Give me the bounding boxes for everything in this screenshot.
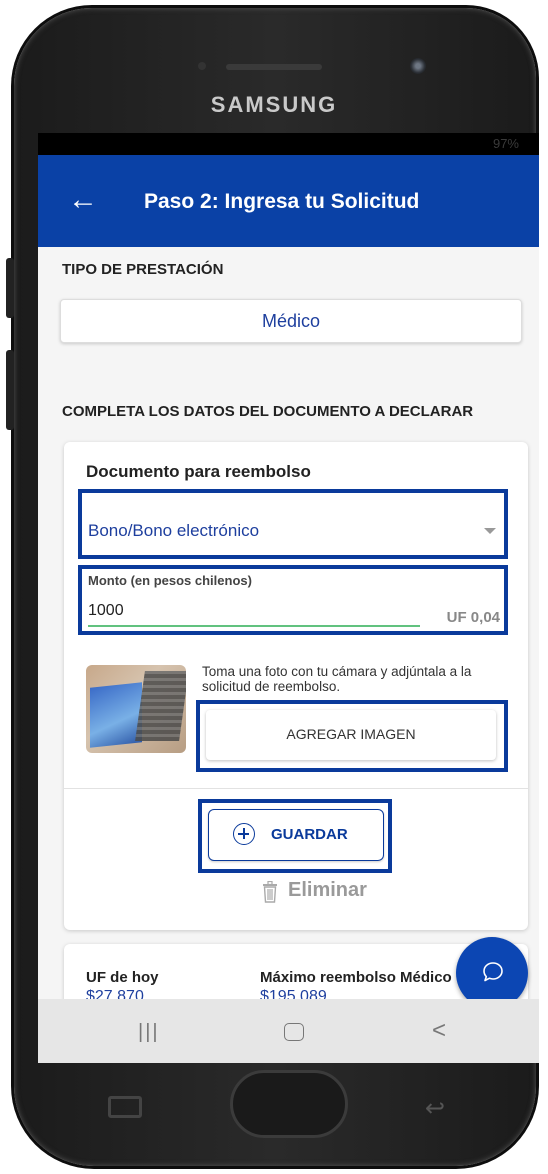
amount-uf-conversion: UF 0,04: [446, 609, 500, 626]
attachment-thumbnail[interactable]: [86, 665, 186, 753]
brand-logo: SAMSUNG: [210, 92, 338, 117]
delete-label: Eliminar: [288, 879, 367, 901]
hardware-recent-key[interactable]: [108, 1096, 142, 1118]
system-nav-bar: ||| <: [38, 999, 539, 1063]
add-image-highlight: AGREGAR IMAGEN: [196, 700, 508, 772]
max-reimbursement-label: Máximo reembolso Médico: [260, 969, 452, 986]
amount-field[interactable]: Monto (en pesos chilenos) 1000 UF 0,04: [78, 565, 508, 635]
amount-input[interactable]: 1000: [88, 602, 124, 620]
document-type-select[interactable]: Bono/Bono electrónico: [78, 489, 508, 559]
earpiece-speaker: [226, 64, 322, 70]
status-bar: 97%: [38, 133, 539, 155]
back-arrow-icon[interactable]: ←: [68, 185, 98, 215]
divider: [64, 788, 528, 789]
thumbnail-keyboard: [135, 671, 186, 741]
thumbnail-screen: [90, 682, 142, 748]
plus-circle-icon: [233, 823, 255, 845]
home-icon[interactable]: [284, 1023, 304, 1041]
chevron-down-icon: [484, 528, 496, 534]
volume-down-button: [6, 350, 14, 430]
app-bar: ← Paso 2: Ingresa tu Solicitud: [38, 155, 539, 247]
page-title: Paso 2: Ingresa tu Solicitud: [144, 190, 420, 213]
proximity-sensor: [198, 62, 206, 70]
hardware-home-button[interactable]: [230, 1070, 348, 1138]
front-camera: [410, 58, 426, 74]
amount-label: Monto (en pesos chilenos): [88, 573, 252, 588]
recent-apps-icon[interactable]: |||: [138, 1021, 160, 1044]
back-icon[interactable]: <: [432, 1017, 446, 1045]
document-type-value: Bono/Bono electrónico: [88, 521, 260, 540]
volume-up-button: [6, 258, 14, 318]
uf-today-label: UF de hoy: [86, 969, 159, 986]
document-card: Documento para reembolso Bono/Bono elect…: [64, 442, 528, 930]
hardware-back-key[interactable]: ↩: [425, 1094, 445, 1123]
save-label: GUARDAR: [271, 826, 348, 843]
photo-instructions: Toma una foto con tu cámara y adjúntala …: [202, 664, 472, 694]
tipo-prestacion-value: Médico: [261, 311, 321, 331]
section-heading: COMPLETA LOS DATOS DEL DOCUMENTO A DECLA…: [62, 403, 474, 420]
tipo-prestacion-selector[interactable]: Médico: [60, 299, 522, 343]
save-highlight: GUARDAR: [198, 799, 392, 873]
delete-button[interactable]: Eliminar: [262, 879, 367, 903]
chat-bubble-icon: [483, 962, 503, 982]
document-card-title: Documento para reembolso: [86, 462, 311, 481]
tipo-prestacion-label: TIPO DE PRESTACIÓN: [62, 261, 224, 278]
trash-icon: [263, 881, 277, 903]
screen: 97% ← Paso 2: Ingresa tu Solicitud TIPO …: [38, 133, 539, 1063]
add-image-button[interactable]: AGREGAR IMAGEN: [206, 710, 496, 760]
add-image-label: AGREGAR IMAGEN: [286, 726, 416, 742]
battery-level: 97%: [492, 136, 519, 151]
amount-underline: [88, 625, 420, 627]
save-button[interactable]: GUARDAR: [208, 809, 384, 861]
